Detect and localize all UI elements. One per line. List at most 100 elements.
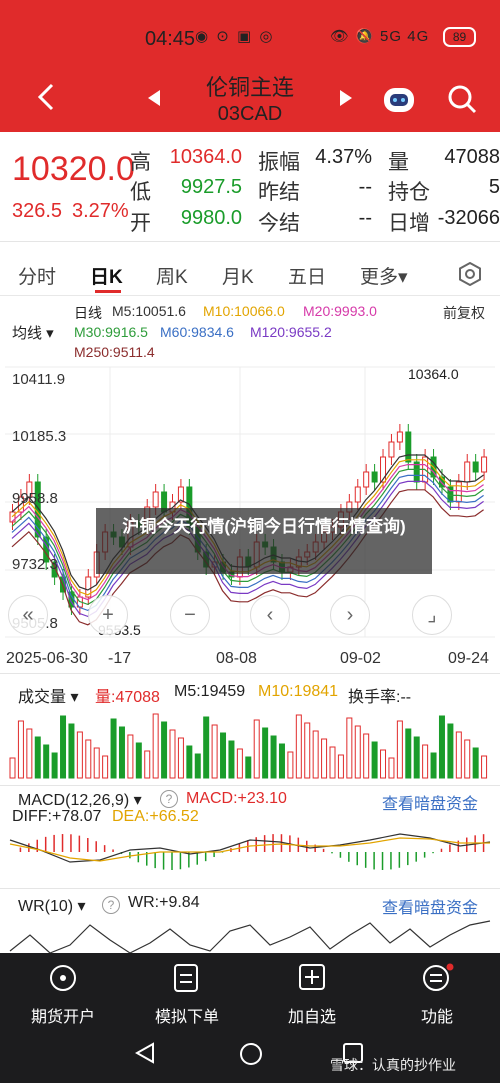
- last-price: 10320.0: [12, 150, 135, 188]
- volume-bar: [371, 741, 378, 779]
- volume-bar: [228, 740, 235, 779]
- value-volume: 47088: [444, 146, 500, 168]
- value-prev-settle: --: [358, 176, 372, 198]
- label-open: 开: [130, 212, 151, 235]
- x-axis-date-4: 09-24: [448, 650, 489, 667]
- dark-pool-link[interactable]: 查看暗盘资金: [382, 790, 478, 814]
- volume-bar: [51, 752, 58, 779]
- settings-icon[interactable]: [458, 261, 482, 291]
- divider: [0, 785, 500, 786]
- nav-functions[interactable]: 功能: [387, 1003, 487, 1027]
- adjust-mode[interactable]: 前复权: [443, 303, 485, 323]
- volume-bar: [194, 753, 201, 779]
- nav-open-account[interactable]: 期货开户: [13, 1003, 113, 1027]
- volume-bar: [363, 733, 370, 779]
- volume-bar: [337, 754, 344, 779]
- macd-histogram: [19, 834, 485, 870]
- volume-bar: [245, 756, 252, 779]
- candle-body: [396, 431, 403, 443]
- ma30-label: M30:9916.5: [74, 324, 148, 340]
- volume-bar: [60, 715, 67, 779]
- price-change: 326.5: [12, 200, 63, 222]
- volume-bar: [354, 725, 361, 779]
- volume-chart: [9, 713, 488, 779]
- document-icon[interactable]: [172, 963, 200, 998]
- wr-chart: [9, 920, 491, 953]
- volume-bar: [34, 736, 41, 779]
- volume-bar: [17, 720, 24, 779]
- next-contract-icon[interactable]: [340, 90, 352, 111]
- volume-bar: [161, 721, 168, 779]
- y-axis-4: 9732.3: [12, 556, 58, 573]
- robot-assistant-icon[interactable]: [382, 84, 416, 119]
- watermark-text: 雪球：认真的抄作业: [330, 1057, 456, 1073]
- volume-bar: [43, 744, 50, 779]
- active-tab-indicator: [95, 290, 121, 293]
- volume-bar: [380, 749, 387, 779]
- system-back-icon[interactable]: [134, 1042, 155, 1069]
- volume-bar: [278, 743, 285, 779]
- add-watchlist-icon[interactable]: [298, 963, 326, 998]
- compass-icon[interactable]: [48, 963, 78, 998]
- tab-intraday[interactable]: 分时: [18, 262, 56, 289]
- label-high: 高: [130, 151, 151, 174]
- scroll-left-icon[interactable]: ‹: [250, 595, 290, 635]
- tab-monthly[interactable]: 月K: [222, 262, 254, 289]
- ma250-label: M250:9511.4: [74, 344, 155, 360]
- ma10-label: M10:10066.0: [203, 303, 285, 319]
- help-icon[interactable]: ?: [160, 790, 178, 808]
- wr-select[interactable]: WR(10) ▾: [18, 896, 86, 916]
- tab-more[interactable]: 更多▾: [360, 262, 408, 289]
- scroll-right-icon[interactable]: ›: [330, 595, 370, 635]
- nav-simulated-order[interactable]: 模拟下单: [137, 1003, 237, 1027]
- volume-bar: [211, 724, 218, 779]
- volume-bar: [118, 726, 125, 779]
- candle-body: [152, 491, 159, 508]
- fullscreen-icon[interactable]: ⌟: [412, 595, 452, 635]
- x-axis-date-0: 2025-06-30: [6, 650, 88, 667]
- volume-bar: [236, 748, 243, 779]
- rewind-icon[interactable]: «: [8, 595, 48, 635]
- help-icon[interactable]: ?: [102, 896, 120, 914]
- macd-chart: [9, 833, 491, 870]
- status-icons-right: 👁 🔕 5G 4G: [330, 28, 430, 45]
- macd-value: MACD:+23.10: [186, 790, 287, 807]
- volume-bar: [68, 723, 75, 779]
- label-low: 低: [130, 181, 151, 204]
- volume-bar: [321, 738, 328, 779]
- zoom-in-icon[interactable]: +: [88, 595, 128, 635]
- value-settle: --: [358, 207, 372, 229]
- y-axis-2: 10185.3: [12, 428, 67, 445]
- candle-body: [354, 486, 361, 503]
- menu-icon[interactable]: [422, 963, 454, 998]
- y-axis-3: 9958.8: [12, 490, 58, 507]
- volume-bar: [102, 755, 109, 779]
- candle-body: [405, 431, 412, 463]
- volume-bar: [295, 714, 302, 779]
- headline-overlay: 沪铜今天行情(沪铜今日行情行情查询): [96, 508, 432, 574]
- volume-bar: [135, 742, 142, 779]
- volume-bar: [152, 713, 159, 779]
- volume-bar: [481, 755, 488, 779]
- volume-bar: [455, 731, 462, 779]
- tab-daily[interactable]: 日K: [90, 262, 123, 289]
- tab-five-day[interactable]: 五日: [288, 262, 326, 289]
- contract-code: 03CAD: [217, 103, 283, 125]
- volume-bar: [220, 732, 227, 779]
- value-low: 9927.5: [180, 176, 242, 198]
- volume-bar: [472, 747, 479, 779]
- ma-select-dropdown[interactable]: 均线 ▾: [12, 322, 54, 343]
- ma60-label: M60:9834.6: [160, 324, 234, 340]
- nav-add-watchlist[interactable]: 加自选: [262, 1003, 362, 1027]
- value-amplitude: 4.37%: [315, 146, 372, 168]
- volume-bar: [304, 722, 311, 779]
- search-icon[interactable]: [447, 84, 477, 119]
- macd-select[interactable]: MACD(12,26,9) ▾: [18, 790, 142, 810]
- value-daily-change: -32066: [437, 207, 500, 229]
- chart-period-label: 日线: [74, 305, 102, 321]
- volume-bar: [169, 729, 176, 779]
- system-home-icon[interactable]: [239, 1042, 263, 1071]
- status-icons-left: ◉ ⊙ ▣ ◎: [195, 28, 275, 45]
- zoom-out-icon[interactable]: −: [170, 595, 210, 635]
- tab-weekly[interactable]: 周K: [156, 262, 188, 289]
